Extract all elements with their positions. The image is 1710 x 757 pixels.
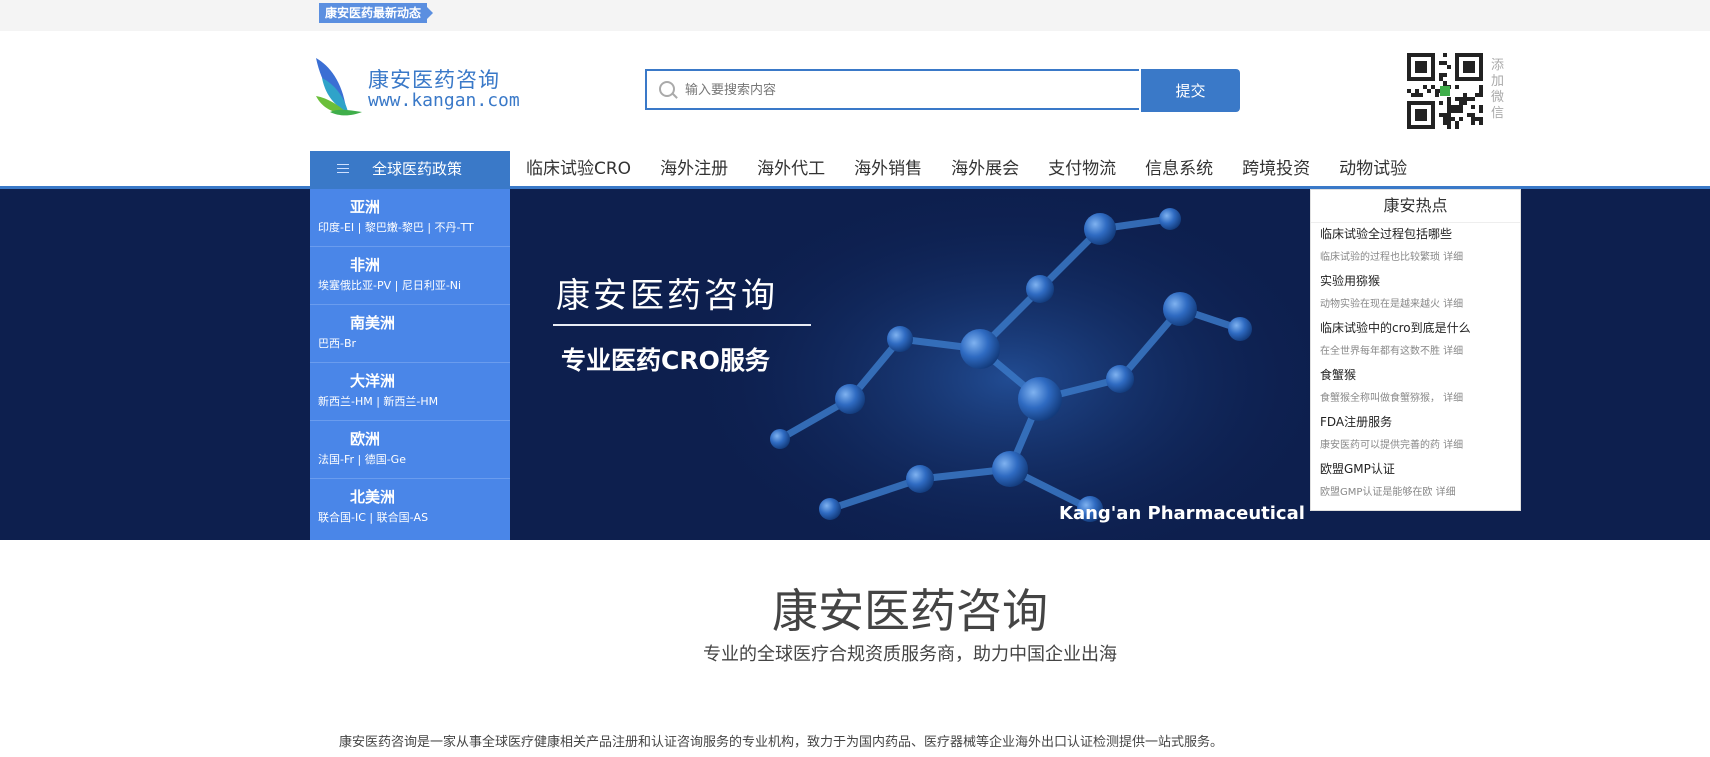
continent-item-north-america[interactable]: 北美洲 联合国-IC | 联合国-AS xyxy=(310,479,510,537)
continent-countries[interactable]: 法国-Fr | 德国-Ge xyxy=(310,450,510,470)
banner-title: 康安医药咨询 xyxy=(556,276,778,316)
latest-news-badge[interactable]: 康安医药最新动态 xyxy=(319,3,434,23)
nav-item-overseas-oem[interactable]: 海外代工 xyxy=(743,151,840,187)
hot-topics-title: 康安热点 xyxy=(1311,190,1520,223)
top-bar: 康安医药最新动态 xyxy=(0,0,1710,31)
main-nav: 临床试验CRO 海外注册 海外代工 海外销售 海外展会 支付物流 信息系统 跨境… xyxy=(512,151,1422,187)
hot-topic-desc[interactable]: 食蟹猴全称叫做食蟹猕猴， 详细 xyxy=(1320,387,1520,411)
continent-countries[interactable]: 新西兰-HM | 新西兰-HM xyxy=(310,392,510,412)
continent-name[interactable]: 欧洲 xyxy=(310,428,510,450)
banner-subtitle: 专业医药CRO服务 xyxy=(561,346,770,375)
continent-name[interactable]: 南美洲 xyxy=(310,312,510,334)
site-logo[interactable]: 康安医药咨询 www.kangan.com xyxy=(312,52,542,118)
continent-name[interactable]: 大洋洲 xyxy=(310,370,510,392)
hot-topic-item[interactable]: FDA注册服务 康安医药可以提供完善的药 详细 xyxy=(1311,411,1520,458)
continent-countries[interactable]: 联合国-IC | 联合国-AS xyxy=(310,508,510,528)
continent-name[interactable]: 亚洲 xyxy=(310,196,510,218)
continent-countries[interactable]: 巴西-Br xyxy=(310,334,510,354)
continent-countries[interactable]: 埃塞俄比亚-PV | 尼日利亚-Ni xyxy=(310,276,510,296)
continent-countries[interactable]: 印度-EI | 黎巴嫩-黎巴 | 不丹-TT xyxy=(310,218,510,238)
search-submit-button[interactable]: 提交 xyxy=(1141,69,1240,112)
nav-item-cross-border-investment[interactable]: 跨境投资 xyxy=(1228,151,1325,187)
leaf-logo-icon xyxy=(316,58,362,116)
hot-topic-item[interactable]: 临床试验中的cro到底是什么 在全世界每年都有这数不胜 详细 xyxy=(1311,317,1520,364)
continent-item-europe[interactable]: 欧洲 法国-Fr | 德国-Ge xyxy=(310,421,510,479)
search-input[interactable] xyxy=(683,75,1127,106)
hot-topic-desc[interactable]: 临床试验的过程也比较繁琐 详细 xyxy=(1320,246,1520,270)
continent-menu: 亚洲 印度-EI | 黎巴嫩-黎巴 | 不丹-TT 非洲 埃塞俄比亚-PV | … xyxy=(310,189,510,540)
logo-url: www.kangan.com xyxy=(368,90,520,111)
continent-item-oceania[interactable]: 大洋洲 新西兰-HM | 新西兰-HM xyxy=(310,363,510,421)
continent-item-south-america[interactable]: 南美洲 巴西-Br xyxy=(310,305,510,363)
hot-topic-item[interactable]: 实验用猕猴 动物实验在现在是越来越火 详细 xyxy=(1311,270,1520,317)
hot-topic-item[interactable]: 临床试验全过程包括哪些 临床试验的过程也比较繁琐 详细 xyxy=(1311,223,1520,270)
about-subtitle: 专业的全球医疗合规资质服务商，助力中国企业出海 xyxy=(703,644,1117,665)
continent-item-africa[interactable]: 非洲 埃塞俄比亚-PV | 尼日利亚-Ni xyxy=(310,247,510,305)
add-wechat-label: 添加微信 xyxy=(1491,58,1505,121)
hot-topic-title[interactable]: FDA注册服务 xyxy=(1320,411,1520,434)
hot-topic-item[interactable]: 欧盟GMP认证 欧盟GMP认证是能够在欧 详细 xyxy=(1311,458,1520,505)
hot-topic-title[interactable]: 实验用猕猴 xyxy=(1320,270,1520,293)
search-icon xyxy=(659,81,675,97)
search-box xyxy=(645,69,1139,110)
continent-name[interactable]: 北美洲 xyxy=(310,486,510,508)
hot-topic-title[interactable]: 欧盟GMP认证 xyxy=(1320,458,1520,481)
nav-item-information-system[interactable]: 信息系统 xyxy=(1131,151,1228,187)
hot-topic-desc[interactable]: 欧盟GMP认证是能够在欧 详细 xyxy=(1320,481,1520,505)
hot-topic-desc[interactable]: 在全世界每年都有这数不胜 详细 xyxy=(1320,340,1520,364)
global-policy-menu-button[interactable]: 全球医药政策 xyxy=(310,151,510,187)
about-text: 康安医药咨询是一家从事全球医疗健康相关产品注册和认证咨询服务的专业机构，致力于为… xyxy=(339,735,1224,750)
continent-name[interactable]: 非洲 xyxy=(310,254,510,276)
hot-topic-item[interactable]: 食蟹猴 食蟹猴全称叫做食蟹猕猴， 详细 xyxy=(1311,364,1520,411)
banner-divider xyxy=(553,324,811,326)
nav-item-overseas-registration[interactable]: 海外注册 xyxy=(646,151,743,187)
nav-category-label: 全球医药政策 xyxy=(372,160,463,178)
hot-topic-desc[interactable]: 康安医药可以提供完善的药 详细 xyxy=(1320,434,1520,458)
wechat-qr-code xyxy=(1407,53,1483,129)
nav-item-animal-testing[interactable]: 动物试验 xyxy=(1325,151,1422,187)
continent-item-asia[interactable]: 亚洲 印度-EI | 黎巴嫩-黎巴 | 不丹-TT xyxy=(310,189,510,247)
hot-topic-title[interactable]: 临床试验中的cro到底是什么 xyxy=(1320,317,1520,340)
nav-item-clinical-cro[interactable]: 临床试验CRO xyxy=(512,151,646,187)
hot-topic-title[interactable]: 临床试验全过程包括哪些 xyxy=(1320,223,1520,246)
banner-brand: Kang'an Pharmaceutical xyxy=(1059,503,1305,524)
menu-list-icon xyxy=(337,164,349,174)
nav-item-overseas-sales[interactable]: 海外销售 xyxy=(840,151,937,187)
hot-topics-panel: 康安热点 临床试验全过程包括哪些 临床试验的过程也比较繁琐 详细 实验用猕猴 动… xyxy=(1310,189,1521,511)
nav-item-payment-logistics[interactable]: 支付物流 xyxy=(1034,151,1131,187)
hot-topic-desc[interactable]: 动物实验在现在是越来越火 详细 xyxy=(1320,293,1520,317)
nav-item-overseas-exhibition[interactable]: 海外展会 xyxy=(937,151,1034,187)
hot-topic-title[interactable]: 食蟹猴 xyxy=(1320,364,1520,387)
about-title: 康安医药咨询 xyxy=(772,584,1048,638)
